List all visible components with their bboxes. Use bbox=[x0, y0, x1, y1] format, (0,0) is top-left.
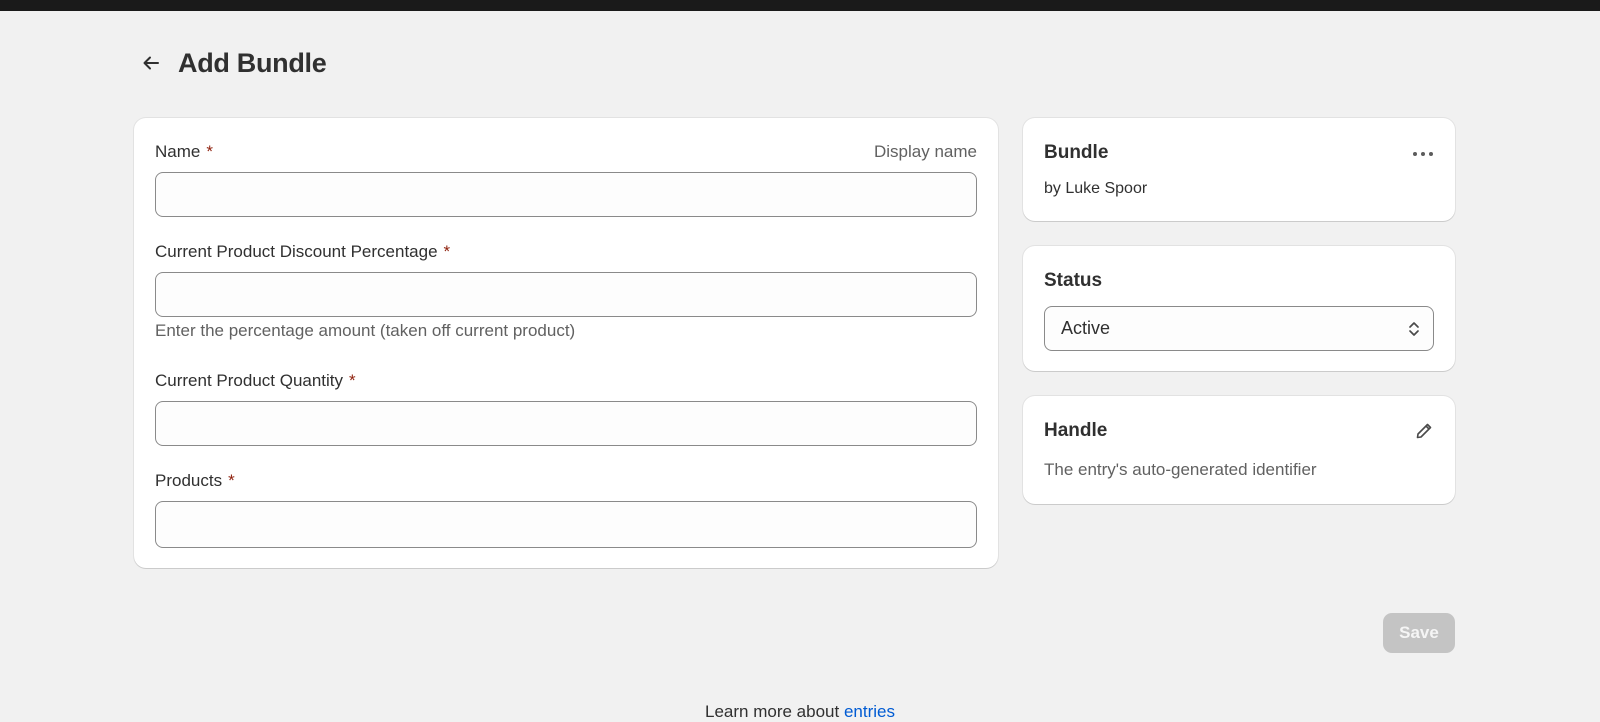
quantity-input[interactable] bbox=[155, 401, 977, 446]
more-actions-button[interactable] bbox=[1409, 144, 1437, 164]
name-input[interactable] bbox=[155, 172, 977, 217]
page-header: Add Bundle bbox=[138, 46, 327, 80]
products-label-row: Products * bbox=[155, 470, 977, 492]
entries-link[interactable]: entries bbox=[844, 702, 895, 721]
arrow-left-icon bbox=[143, 56, 159, 70]
required-mark: * bbox=[443, 242, 451, 261]
products-input[interactable] bbox=[155, 501, 977, 548]
bundle-byline: by Luke Spoor bbox=[1044, 180, 1148, 197]
required-mark: * bbox=[349, 371, 356, 390]
handle-description: The entry's auto-generated identifier bbox=[1044, 460, 1317, 479]
name-label: Name * bbox=[155, 142, 213, 162]
discount-percentage-input[interactable] bbox=[155, 272, 977, 317]
bundle-card-title: Bundle bbox=[1044, 142, 1109, 163]
name-label-row: Name * Display name bbox=[155, 141, 977, 163]
pencil-icon bbox=[1416, 423, 1432, 439]
discount-help-text: Enter the percentage amount (taken off c… bbox=[155, 321, 576, 340]
quantity-label-row: Current Product Quantity * bbox=[155, 370, 977, 392]
page-title: Add Bundle bbox=[178, 47, 327, 78]
display-name-label: Display name bbox=[874, 142, 977, 161]
discount-label-text: Current Product Discount Percentage bbox=[155, 242, 438, 261]
back-button[interactable] bbox=[138, 50, 164, 76]
save-button[interactable]: Save bbox=[1383, 613, 1455, 653]
discount-label: Current Product Discount Percentage * bbox=[155, 242, 450, 262]
required-mark: * bbox=[206, 142, 213, 161]
bundle-card: Bundle by Luke Spoor bbox=[1023, 118, 1455, 221]
status-select[interactable]: Active bbox=[1044, 306, 1434, 351]
products-label: Products * bbox=[155, 471, 235, 491]
edit-handle-button[interactable] bbox=[1411, 418, 1437, 444]
chevron-up-down-icon bbox=[1409, 321, 1419, 336]
name-label-text: Name bbox=[155, 142, 201, 161]
products-label-text: Products bbox=[155, 471, 223, 490]
footer-help: Learn more about entries bbox=[0, 702, 1600, 722]
bundle-form-card: Name * Display name Current Product Disco… bbox=[134, 118, 998, 568]
handle-card: Handle The entry's auto-generated identi… bbox=[1023, 396, 1455, 504]
footer-text: Learn more about bbox=[705, 702, 844, 721]
discount-label-row: Current Product Discount Percentage * bbox=[155, 241, 977, 263]
status-card: Status Active bbox=[1023, 246, 1455, 371]
status-selected-value: Active bbox=[1061, 318, 1111, 338]
more-horizontal-icon bbox=[1413, 152, 1433, 156]
quantity-label: Current Product Quantity * bbox=[155, 371, 356, 391]
status-card-title: Status bbox=[1044, 270, 1103, 291]
quantity-label-text: Current Product Quantity bbox=[155, 371, 344, 390]
required-mark: * bbox=[228, 471, 235, 490]
top-bar bbox=[0, 0, 1600, 11]
handle-card-title: Handle bbox=[1044, 420, 1108, 441]
